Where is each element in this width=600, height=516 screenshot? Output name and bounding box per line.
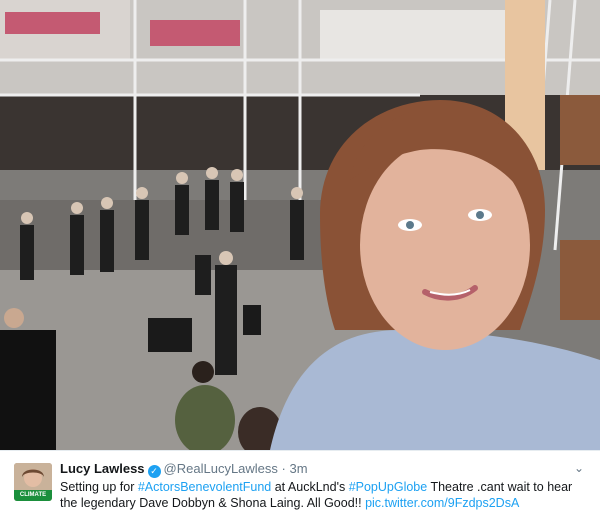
tweet-card: CLIMATE VOTER Lucy Lawless✓@RealLucyLawl… bbox=[0, 450, 600, 516]
hashtag-link[interactable]: #ActorsBenevolentFund bbox=[138, 480, 271, 494]
tweet-photo[interactable] bbox=[0, 0, 600, 450]
tweet-text: Setting up for #ActorsBenevolentFund at … bbox=[60, 479, 585, 511]
hashtag-link[interactable]: #PopUpGlobe bbox=[349, 480, 428, 494]
avatar[interactable]: CLIMATE VOTER bbox=[14, 463, 52, 501]
tweet-header: Lucy Lawless ✓ @RealLucyLawless · 3m bbox=[60, 461, 308, 478]
separator-dot: · bbox=[281, 461, 286, 476]
chevron-down-icon[interactable]: ⌄ bbox=[574, 461, 584, 475]
pic-link[interactable]: pic.twitter.com/9Fzdps2DsA bbox=[365, 496, 519, 510]
display-name[interactable]: Lucy Lawless bbox=[60, 461, 145, 476]
tweet-text-part: Setting up for bbox=[60, 480, 138, 494]
tweet-text-part: at AuckLnd's bbox=[271, 480, 349, 494]
theatre-selfie-image bbox=[0, 0, 600, 450]
tweet-timestamp[interactable]: 3m bbox=[290, 461, 308, 476]
verified-check-icon: ✓ bbox=[147, 465, 161, 478]
user-handle[interactable]: @RealLucyLawless bbox=[164, 461, 278, 476]
avatar-badge: CLIMATE VOTER bbox=[14, 490, 52, 501]
